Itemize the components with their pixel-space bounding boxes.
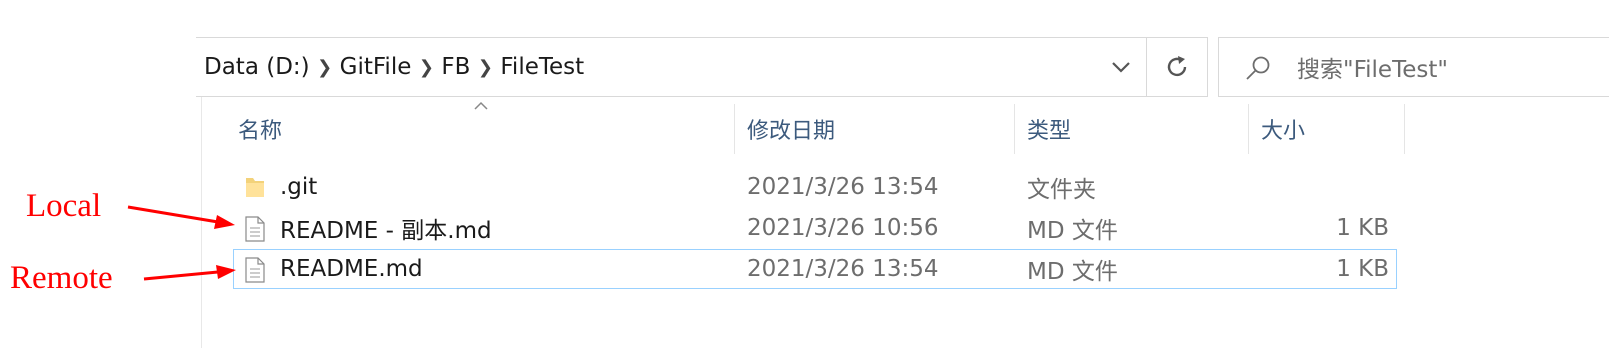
chevron-right-icon[interactable]: ❯	[310, 57, 340, 78]
address-history-dropdown[interactable]	[1096, 38, 1146, 96]
file-name: README - 副本.md	[280, 218, 492, 244]
file-size: 1 KB	[1336, 215, 1389, 241]
column-divider[interactable]	[1014, 104, 1015, 154]
refresh-button[interactable]	[1146, 37, 1208, 97]
chevron-right-icon[interactable]: ❯	[470, 57, 500, 78]
column-header-size[interactable]: 大小	[1261, 105, 1305, 153]
file-date: 2021/3/26 10:56	[747, 215, 939, 241]
arrow-icon-local	[127, 205, 235, 229]
column-header-date[interactable]: 修改日期	[747, 105, 835, 153]
file-type: 文件夹	[1027, 177, 1096, 203]
file-row-git[interactable]: .git 2021/3/26 13:54 文件夹	[233, 167, 1397, 207]
file-date: 2021/3/26 13:54	[747, 256, 939, 282]
search-input[interactable]: 搜索"FileTest"	[1297, 38, 1448, 96]
chevron-down-icon	[1112, 62, 1130, 73]
file-row-readme[interactable]: README.md 2021/3/26 13:54 MD 文件 1 KB	[233, 249, 1397, 289]
breadcrumb-item-gitfile[interactable]: GitFile	[340, 54, 412, 80]
file-name: .git	[280, 174, 318, 200]
sort-ascending-icon	[474, 101, 488, 110]
search-icon	[1246, 56, 1270, 80]
refresh-icon	[1167, 56, 1187, 77]
column-divider[interactable]	[1248, 104, 1249, 154]
arrow-icon-remote	[143, 265, 236, 281]
file-type: MD 文件	[1027, 259, 1118, 285]
breadcrumb: Data (D:) ❯ GitFile ❯ FB ❯ FileTest	[204, 38, 584, 96]
file-type: MD 文件	[1027, 218, 1118, 244]
column-divider[interactable]	[1404, 104, 1405, 154]
breadcrumb-item-filetest[interactable]: FileTest	[500, 54, 584, 80]
annotation-arrows	[127, 205, 236, 281]
breadcrumb-item-fb[interactable]: FB	[441, 54, 470, 80]
file-name: README.md	[280, 256, 423, 282]
column-divider[interactable]	[734, 104, 735, 154]
column-header-type[interactable]: 类型	[1027, 105, 1071, 153]
address-bar[interactable]: Data (D:) ❯ GitFile ❯ FB ❯ FileTest	[196, 37, 1146, 97]
search-box[interactable]: 搜索"FileTest"	[1218, 37, 1609, 97]
file-row-readme-copy[interactable]: README - 副本.md 2021/3/26 10:56 MD 文件 1 K…	[233, 208, 1397, 248]
file-size: 1 KB	[1336, 256, 1389, 282]
chevron-right-icon[interactable]: ❯	[411, 57, 441, 78]
file-date: 2021/3/26 13:54	[747, 174, 939, 200]
